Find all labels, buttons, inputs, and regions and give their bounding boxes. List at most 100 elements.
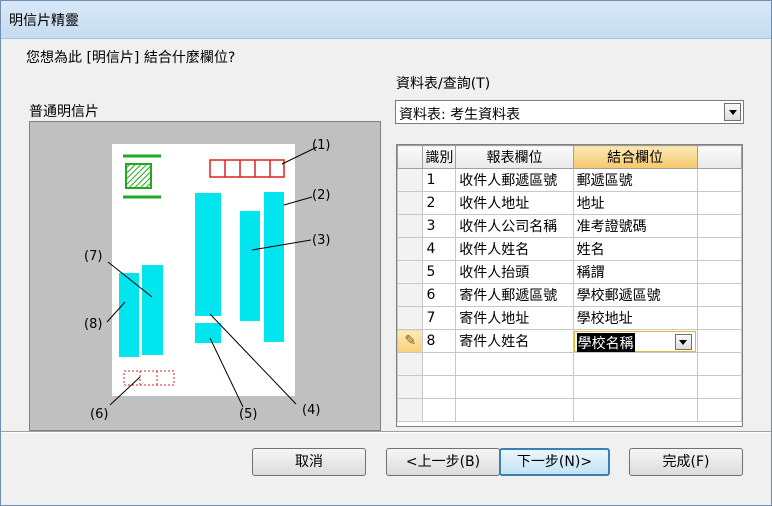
finish-button[interactable]: 完成(F) — [629, 448, 743, 476]
cell-empty — [696, 283, 742, 307]
table-row[interactable]: 7 寄件人地址 學校地址 — [397, 306, 742, 330]
empty-cell — [572, 398, 698, 422]
cell-bound-field[interactable]: 姓名 — [572, 237, 698, 261]
cell-id[interactable]: 5 — [422, 260, 457, 284]
cell-id[interactable]: 7 — [422, 306, 457, 330]
cell-empty — [696, 306, 742, 330]
table-row[interactable]: 6 寄件人郵遞區號 學校郵遞區號 — [397, 283, 742, 307]
table-row[interactable]: 1 收件人郵遞區號 郵遞區號 — [397, 168, 742, 192]
chevron-down-icon — [729, 110, 737, 115]
cell-id[interactable]: 2 — [422, 191, 457, 215]
separator — [1, 431, 771, 433]
cell-report-field[interactable]: 寄件人姓名 — [455, 329, 574, 353]
field-5 — [195, 323, 221, 343]
empty-cell — [455, 398, 574, 422]
cell-id[interactable]: 6 — [422, 283, 457, 307]
cell-bound-field[interactable]: 地址 — [572, 191, 698, 215]
field-8 — [119, 273, 139, 357]
cell-id[interactable]: 8 — [422, 329, 457, 353]
cell-report-field[interactable]: 收件人地址 — [455, 191, 574, 215]
column-header-report-field[interactable]: 報表欄位 — [455, 145, 574, 169]
empty-cell — [696, 375, 742, 399]
table-row[interactable]: 2 收件人地址 地址 — [397, 191, 742, 215]
cell-bound-field-editor[interactable]: 學校名稱 — [572, 329, 698, 353]
field-3 — [240, 211, 260, 321]
cancel-button[interactable]: 取消 — [252, 448, 366, 476]
empty-cell — [422, 398, 457, 422]
row-selector[interactable] — [397, 306, 424, 330]
empty-cell — [572, 352, 698, 376]
empty-row — [397, 352, 742, 376]
cell-bound-field[interactable]: 學校地址 — [572, 306, 698, 330]
empty-cell — [696, 352, 742, 376]
callout-3: (3) — [312, 233, 330, 248]
cell-report-field[interactable]: 收件人郵遞區號 — [455, 168, 574, 192]
cell-bound-field[interactable]: 學校郵遞區號 — [572, 283, 698, 307]
callout-4: (4) — [302, 403, 320, 418]
column-header-id[interactable]: 識別 — [422, 145, 457, 169]
empty-cell — [696, 398, 742, 422]
cell-report-field[interactable]: 收件人公司名稱 — [455, 214, 574, 238]
cell-bound-field[interactable]: 准考證號碼 — [572, 214, 698, 238]
cell-empty — [696, 260, 742, 284]
cell-empty — [696, 237, 742, 261]
cell-report-field[interactable]: 寄件人地址 — [455, 306, 574, 330]
postcard-diagram: (1) (2) (3) (4) (5) (6) (7) (8) — [84, 138, 330, 422]
callout-7: (7) — [84, 249, 102, 264]
dropdown-button[interactable] — [724, 103, 741, 121]
back-button[interactable]: <上一步(B) — [386, 448, 500, 476]
empty-cell — [422, 352, 457, 376]
cell-report-field[interactable]: 收件人抬頭 — [455, 260, 574, 284]
table-row[interactable]: 4 收件人姓名 姓名 — [397, 237, 742, 261]
table-row[interactable]: ✎ 8 寄件人姓名 學校名稱 — [397, 329, 742, 353]
empty-row — [397, 375, 742, 399]
callout-6: (6) — [90, 407, 108, 422]
empty-row — [397, 398, 742, 422]
column-header-empty — [696, 145, 742, 169]
field-7 — [142, 265, 163, 355]
bound-field-value: 學校名稱 — [576, 332, 635, 352]
dropdown-button[interactable] — [674, 333, 692, 350]
cell-id[interactable]: 1 — [422, 168, 457, 192]
table-row[interactable]: 5 收件人抬頭 稱謂 — [397, 260, 742, 284]
cell-id[interactable]: 3 — [422, 214, 457, 238]
row-selector[interactable] — [397, 168, 424, 192]
row-selector[interactable] — [397, 283, 424, 307]
callout-1: (1) — [312, 138, 330, 153]
preview-label: 普通明信片 — [29, 104, 99, 120]
row-selector[interactable] — [397, 237, 424, 261]
postcard-wizard-window: 明信片精靈 您想為此 [明信片] 結合什麼欄位? 普通明信片 資料表/查詢(T)… — [0, 0, 772, 506]
field-4 — [195, 193, 221, 316]
cell-report-field[interactable]: 收件人姓名 — [455, 237, 574, 261]
empty-cell — [397, 375, 424, 399]
field-2 — [264, 192, 284, 342]
column-header-bound-field[interactable]: 結合欄位 — [572, 145, 698, 169]
callout-5: (5) — [239, 407, 257, 422]
zip-boxes — [209, 159, 285, 178]
table-query-combobox[interactable]: 資料表: 考生資料表 — [395, 100, 744, 124]
bound-field-combobox[interactable]: 學校名稱 — [574, 330, 696, 352]
table-row[interactable]: 3 收件人公司名稱 准考證號碼 — [397, 214, 742, 238]
cell-id[interactable]: 4 — [422, 237, 457, 261]
row-selector[interactable]: ✎ — [397, 329, 424, 353]
row-selector[interactable] — [397, 214, 424, 238]
row-selector[interactable] — [397, 260, 424, 284]
select-all-corner[interactable] — [397, 145, 424, 169]
row-selector[interactable] — [397, 191, 424, 215]
logo-hatch — [127, 165, 150, 187]
cell-empty — [696, 329, 742, 353]
postcard-preview: (1) (2) (3) (4) (5) (6) (7) (8) — [29, 121, 381, 431]
empty-cell — [455, 352, 574, 376]
cell-bound-field[interactable]: 郵遞區號 — [572, 168, 698, 192]
next-button[interactable]: 下一步(N)> — [499, 448, 610, 476]
table-query-value: 資料表: 考生資料表 — [399, 107, 521, 123]
cell-bound-field[interactable]: 稱謂 — [572, 260, 698, 284]
cell-report-field[interactable]: 寄件人郵遞區號 — [455, 283, 574, 307]
pencil-icon: ✎ — [404, 333, 417, 349]
field-mapping-grid: 識別 報表欄位 結合欄位 1 收件人郵遞區號 郵遞區號 2 收件人地址 地址 3 收件人公司名… — [396, 144, 743, 427]
empty-cell — [455, 375, 574, 399]
cell-empty — [696, 214, 742, 238]
callout-2: (2) — [312, 188, 330, 203]
empty-cell — [572, 375, 698, 399]
cell-empty — [696, 191, 742, 215]
